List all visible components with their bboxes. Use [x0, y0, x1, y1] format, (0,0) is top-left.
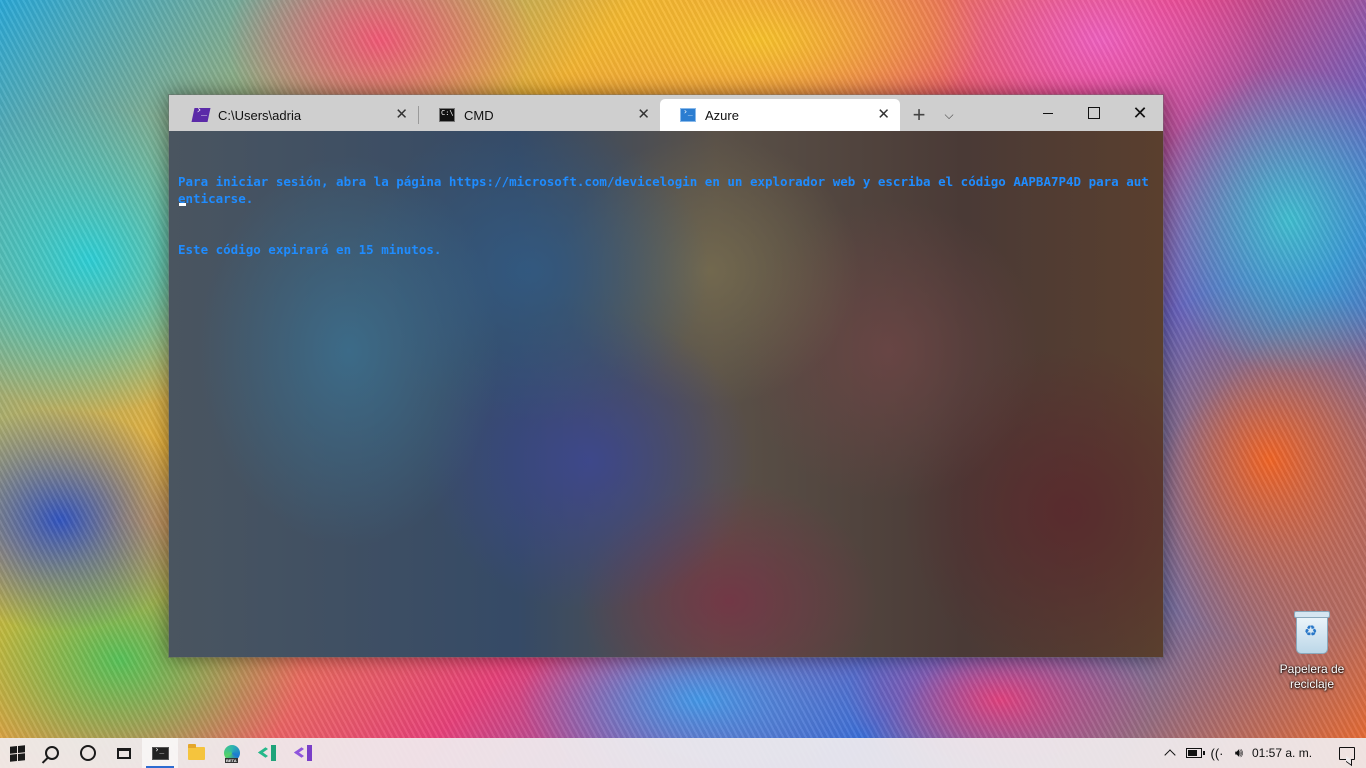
- close-tab-icon[interactable]: ✕: [877, 107, 890, 123]
- search-button[interactable]: [34, 738, 70, 768]
- maximize-icon: [1088, 107, 1100, 119]
- terminal-line: Este código expirará en 15 minutos.: [178, 242, 442, 257]
- taskbar-app-edge-beta[interactable]: [214, 738, 250, 768]
- search-icon: [45, 746, 59, 760]
- tab-cmd[interactable]: CMD ✕: [419, 99, 660, 131]
- edge-beta-icon: [224, 745, 240, 763]
- minimize-button[interactable]: [1025, 95, 1071, 131]
- chevron-down-icon[interactable]: ⌵: [934, 99, 964, 131]
- task-view-button[interactable]: [106, 738, 142, 768]
- terminal-window: C:\Users\adria ✕ CMD ✕ Azure ✕ + ⌵ ✕ Par…: [168, 94, 1164, 658]
- terminal-content[interactable]: Para iniciar sesión, abra la página http…: [169, 131, 1163, 657]
- taskbar-app-file-explorer[interactable]: [178, 738, 214, 768]
- taskbar-app-terminal[interactable]: [142, 738, 178, 768]
- task-view-icon: [117, 747, 131, 759]
- maximize-button[interactable]: [1071, 95, 1117, 131]
- volume-icon[interactable]: 🔊︎: [1228, 738, 1250, 768]
- notification-icon: [1339, 746, 1355, 760]
- show-hidden-icons-button[interactable]: [1158, 738, 1182, 768]
- system-tray: ((· 🔊︎ 01:57 a. m.: [1158, 738, 1366, 768]
- clock[interactable]: 01:57 a. m.: [1250, 738, 1328, 768]
- cortana-button[interactable]: [70, 738, 106, 768]
- terminal-line: Para iniciar sesión, abra la página http…: [178, 174, 1149, 206]
- new-tab-button[interactable]: +: [904, 99, 934, 131]
- battery-icon: [1186, 748, 1205, 758]
- battery-button[interactable]: [1182, 738, 1206, 768]
- start-button[interactable]: [0, 738, 34, 768]
- chevron-up-icon: [1164, 749, 1176, 761]
- text-cursor: [179, 203, 186, 206]
- tab-azure[interactable]: Azure ✕: [660, 99, 900, 131]
- powershell-icon: [191, 108, 211, 122]
- cortana-icon: [80, 745, 96, 761]
- azure-cloud-shell-icon: [680, 107, 696, 122]
- terminal-output: Para iniciar sesión, abra la página http…: [178, 139, 1149, 292]
- close-tab-icon[interactable]: ✕: [637, 107, 650, 123]
- taskbar-app-vscode[interactable]: [250, 738, 286, 768]
- close-window-button[interactable]: ✕: [1117, 95, 1163, 131]
- wifi-icon[interactable]: ((·: [1206, 738, 1228, 768]
- tab-label: Azure: [705, 107, 739, 123]
- action-center-button[interactable]: [1328, 738, 1366, 768]
- tab-label: CMD: [464, 107, 494, 123]
- desktop-icon-recycle-bin[interactable]: Papelera de reciclaje: [1276, 611, 1348, 692]
- visual-studio-icon: [296, 745, 312, 761]
- taskbar-app-visual-studio[interactable]: [286, 738, 322, 768]
- recycle-bin-icon: [1294, 611, 1330, 654]
- minimize-icon: [1043, 112, 1053, 114]
- desktop-icon-label: Papelera de reciclaje: [1279, 662, 1345, 691]
- terminal-app-icon: [151, 745, 169, 760]
- close-tab-icon[interactable]: ✕: [395, 107, 408, 123]
- vscode-icon: [260, 745, 276, 761]
- tab-label: C:\Users\adria: [218, 107, 302, 123]
- tab-powershell[interactable]: C:\Users\adria ✕: [173, 99, 418, 131]
- cmd-icon: [439, 108, 455, 122]
- taskbar: ((· 🔊︎ 01:57 a. m.: [0, 738, 1366, 768]
- file-explorer-icon: [187, 743, 205, 760]
- title-bar[interactable]: C:\Users\adria ✕ CMD ✕ Azure ✕ + ⌵ ✕: [169, 95, 1163, 131]
- windows-logo-icon: [9, 744, 25, 762]
